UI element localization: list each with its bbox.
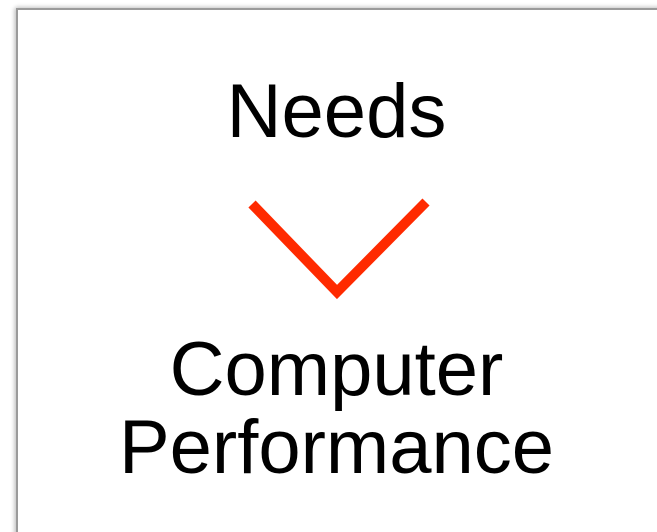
chevron-down-icon <box>248 198 430 300</box>
needs-label: Needs <box>226 69 447 154</box>
computer-text: Computer <box>169 327 504 412</box>
performance-text: Performance <box>118 405 555 490</box>
slide-canvas: Needs Computer Performance <box>0 0 657 532</box>
computer-performance-label: Computer Performance <box>16 331 657 487</box>
